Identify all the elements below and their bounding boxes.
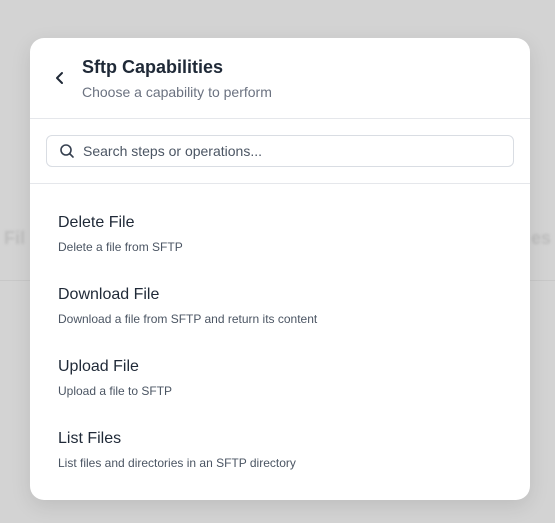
modal-subtitle: Choose a capability to perform: [82, 84, 272, 100]
capability-title: Download File: [58, 286, 160, 303]
capability-description: Download a file from SFTP and return its…: [58, 312, 318, 326]
search-input[interactable]: [83, 136, 503, 166]
back-button[interactable]: [48, 66, 72, 90]
capability-list: Delete File Delete a file from SFTP Down…: [30, 200, 530, 488]
capability-title: Upload File: [58, 358, 139, 375]
capability-item-download-file[interactable]: Download File Download a file from SFTP …: [30, 272, 530, 344]
modal-header: Sftp Capabilities Choose a capability to…: [30, 38, 530, 119]
background-text-right: es: [530, 228, 551, 248]
search-box[interactable]: [46, 135, 514, 167]
capability-item-upload-file[interactable]: Upload File Upload a file to SFTP: [30, 344, 530, 416]
capability-item-list-files[interactable]: List Files List files and directories in…: [30, 416, 530, 488]
chevron-left-icon: [56, 72, 63, 84]
capability-description: Upload a file to SFTP: [58, 384, 173, 398]
capability-description: Delete a file from SFTP: [58, 240, 183, 254]
capability-description: List files and directories in an SFTP di…: [58, 456, 296, 470]
capabilities-modal: Sftp Capabilities Choose a capability to…: [30, 38, 530, 500]
search-section: [30, 119, 530, 184]
search-icon: [60, 144, 74, 158]
capability-item-delete-file[interactable]: Delete File Delete a file from SFTP: [30, 200, 530, 272]
capability-title: Delete File: [58, 214, 135, 231]
background-text-left: Fil: [4, 228, 25, 248]
capability-title: List Files: [58, 430, 122, 447]
modal-title: Sftp Capabilities: [82, 57, 224, 77]
